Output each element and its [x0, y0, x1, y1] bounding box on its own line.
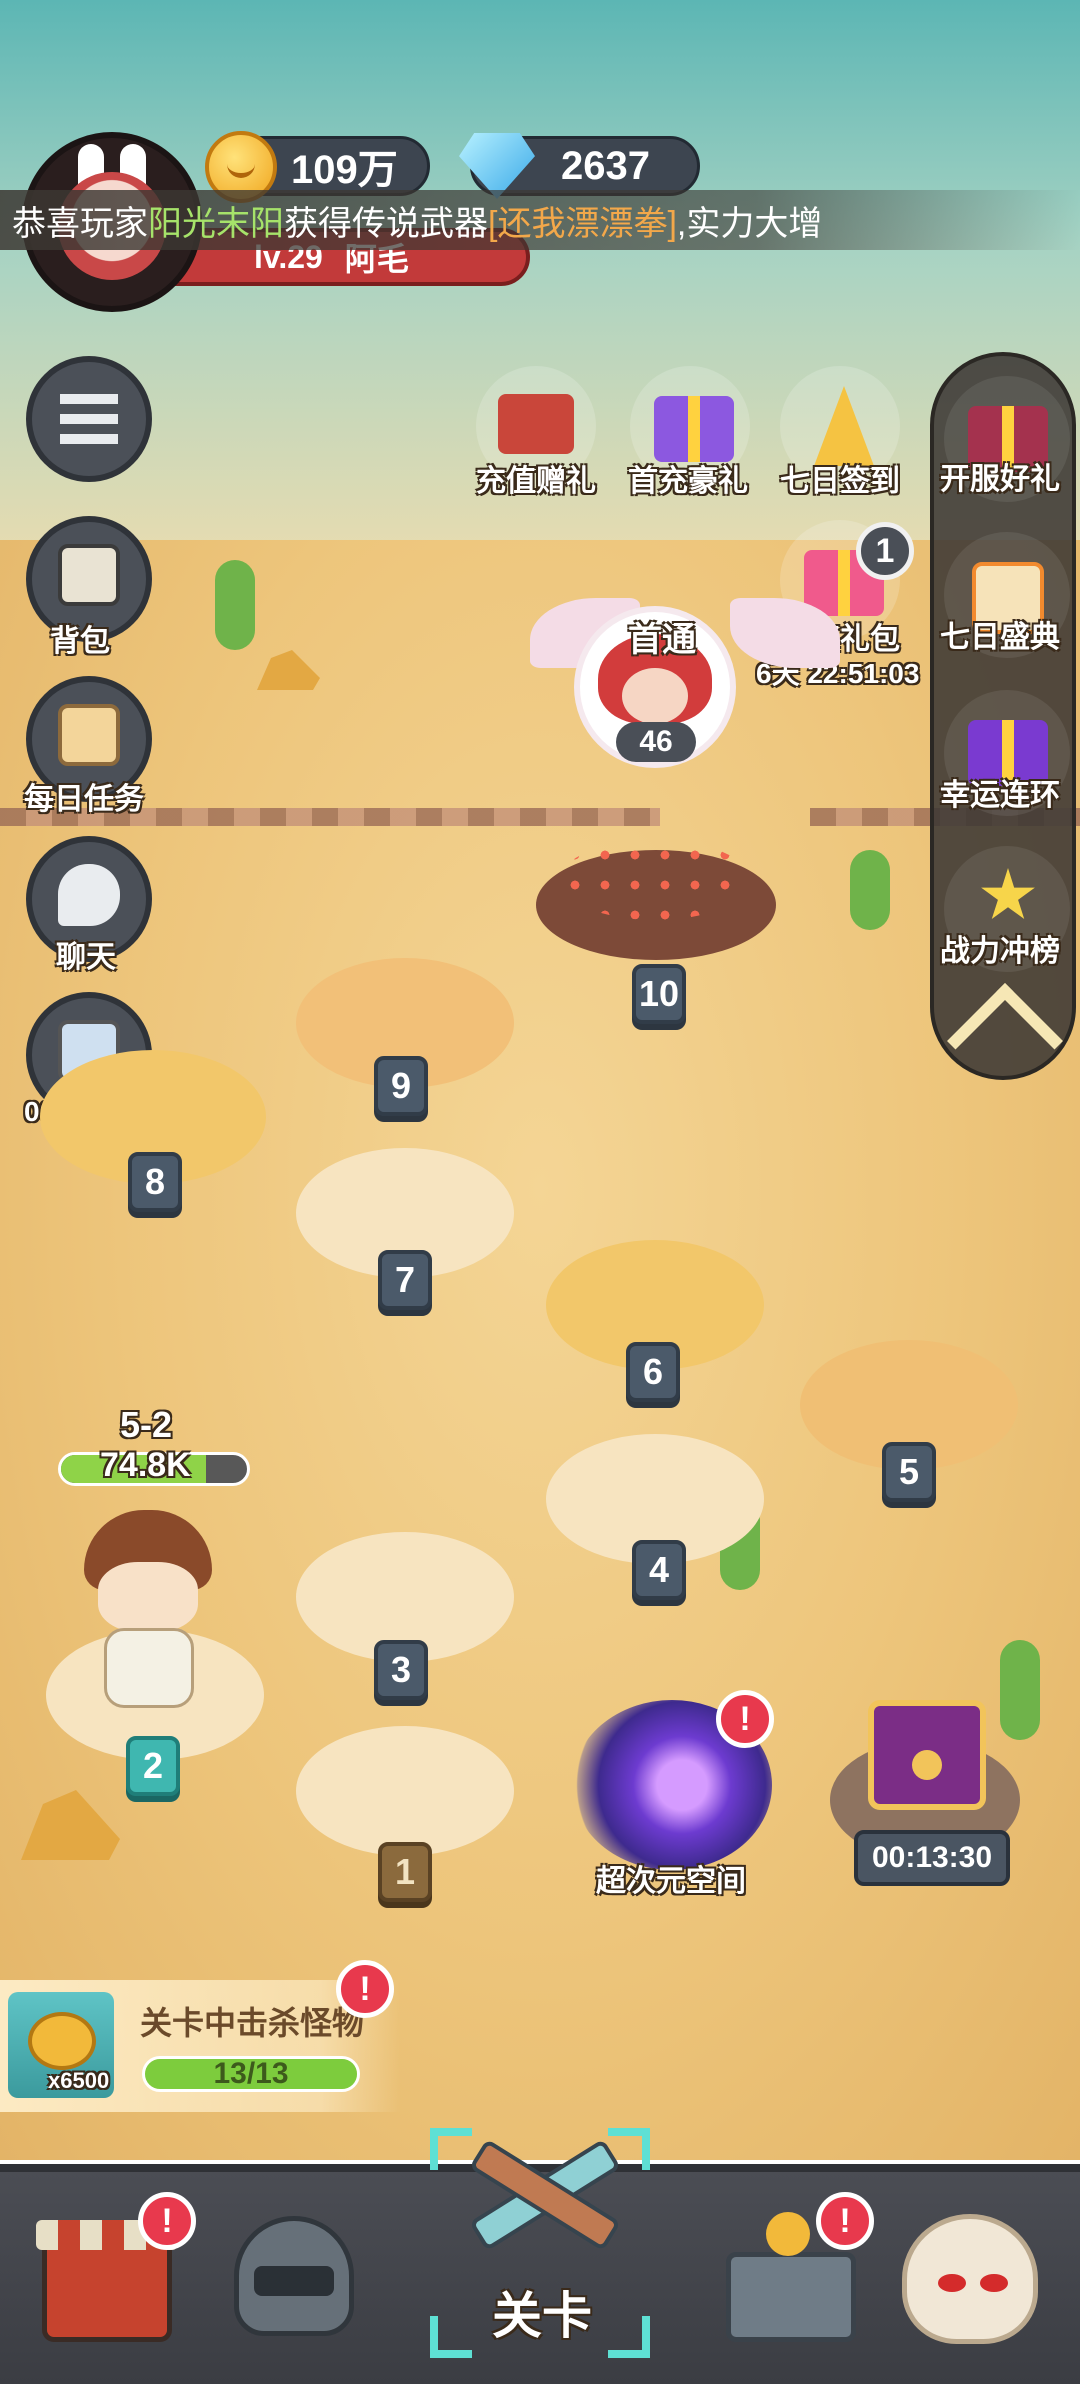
hero-face	[98, 1562, 198, 1632]
ticker-prefix: 恭喜玩家	[12, 204, 148, 243]
first-recharge-label: 首充豪礼	[628, 465, 748, 498]
chat-bubble-icon	[58, 864, 120, 926]
gold-coins-icon	[766, 2212, 810, 2256]
selection-corner	[608, 2316, 650, 2358]
ticker-player: 阳光末阳	[148, 204, 284, 243]
flower-bed	[560, 840, 750, 920]
party-hat-icon	[814, 386, 874, 466]
gem-counter[interactable]: 2637	[459, 133, 700, 199]
backpack-icon	[58, 544, 120, 606]
selection-corner	[430, 2316, 472, 2358]
level-node-2[interactable]: 2	[126, 1736, 180, 1796]
quest-title: 关卡中击杀怪物	[140, 2005, 365, 2041]
announcement-ticker: 恭喜玩家 阳光末阳 获得传说武器 [还我漂漂拳] ,实力大增	[0, 190, 1080, 250]
menu-icon	[60, 394, 118, 444]
gift-box-icon	[654, 396, 734, 462]
bag-label: 背包	[50, 625, 110, 658]
nav-equipment[interactable]	[218, 2192, 378, 2362]
skull-icon	[902, 2214, 1038, 2344]
quest-reward: x6500	[48, 2068, 110, 2093]
ticker-middle: 获得传说武器	[284, 204, 488, 243]
gem-amount: 2637	[561, 143, 650, 188]
hero-body	[104, 1628, 194, 1708]
treasure-alert-badge: !	[816, 2192, 874, 2250]
ticker-item: [还我漂漂拳]	[488, 204, 677, 243]
level-node-4[interactable]: 4	[632, 1540, 686, 1600]
portal-label: 超次元空间	[596, 1865, 746, 1898]
level-node-1[interactable]: 1	[378, 1842, 432, 1902]
level-node-5[interactable]: 5	[882, 1442, 936, 1502]
trophy-icon	[981, 868, 1035, 919]
skull-eye-right	[980, 2274, 1008, 2292]
chat-label: 聊天	[56, 941, 116, 974]
quest-progress: 13/13	[213, 2057, 289, 2090]
level-node-6[interactable]: 6	[626, 1342, 680, 1402]
seven-day-signin-label: 七日签到	[780, 465, 900, 498]
value-pack-badge: 1	[856, 522, 914, 580]
level-node-3[interactable]: 3	[374, 1640, 428, 1700]
helmet-visor	[254, 2266, 334, 2296]
gold-counter[interactable]: 109万	[205, 131, 430, 203]
chest-timer: 00:13:30	[854, 1830, 1010, 1886]
level-pad-1[interactable]	[296, 1726, 514, 1856]
seven-day-festival-label: 七日盛典	[940, 621, 1060, 654]
boss-first-clear-label: 首通	[628, 621, 696, 659]
server-gift-label: 开服好礼	[940, 463, 1060, 496]
selection-corner	[430, 2128, 472, 2170]
hero-character[interactable]	[70, 1510, 230, 1710]
skull-eye-left	[938, 2274, 966, 2292]
cactus-icon	[850, 850, 890, 930]
envelope-icon	[498, 394, 574, 454]
nav-boss[interactable]	[890, 2192, 1050, 2362]
power-rank-label: 战力冲榜	[940, 935, 1060, 968]
hero-stage: 5-2	[120, 1404, 173, 1445]
hero-power: 74.8K	[100, 1446, 191, 1484]
ticker-suffix: ,实力大增	[676, 204, 823, 243]
boss-face	[622, 668, 688, 724]
gold-amount: 109万	[291, 148, 398, 192]
daily-task-label: 每日任务	[24, 783, 144, 816]
nav-stage-label: 关卡	[492, 2288, 592, 2344]
level-node-10[interactable]: 10	[632, 964, 686, 1024]
level-node-8[interactable]: 8	[128, 1152, 182, 1212]
nav-stage-selected[interactable]: 关卡	[430, 2128, 650, 2358]
portal-alert-badge: !	[716, 1690, 774, 1748]
quest-alert-badge: !	[336, 1960, 394, 2018]
level-node-9[interactable]: 9	[374, 1056, 428, 1116]
treasure-chest-icon	[726, 2252, 856, 2342]
recharge-gift-label: 充值赠礼	[476, 465, 596, 498]
cactus-icon	[215, 560, 255, 650]
boss-count-badge: 46	[616, 722, 696, 762]
shop-alert-badge: !	[138, 2192, 196, 2250]
lock-icon	[912, 1750, 942, 1780]
level-node-7[interactable]: 7	[378, 1250, 432, 1310]
lucky-chain-label: 幸运连环	[940, 779, 1060, 812]
clipboard-icon	[58, 704, 120, 766]
main-menu-button[interactable]	[26, 356, 152, 482]
